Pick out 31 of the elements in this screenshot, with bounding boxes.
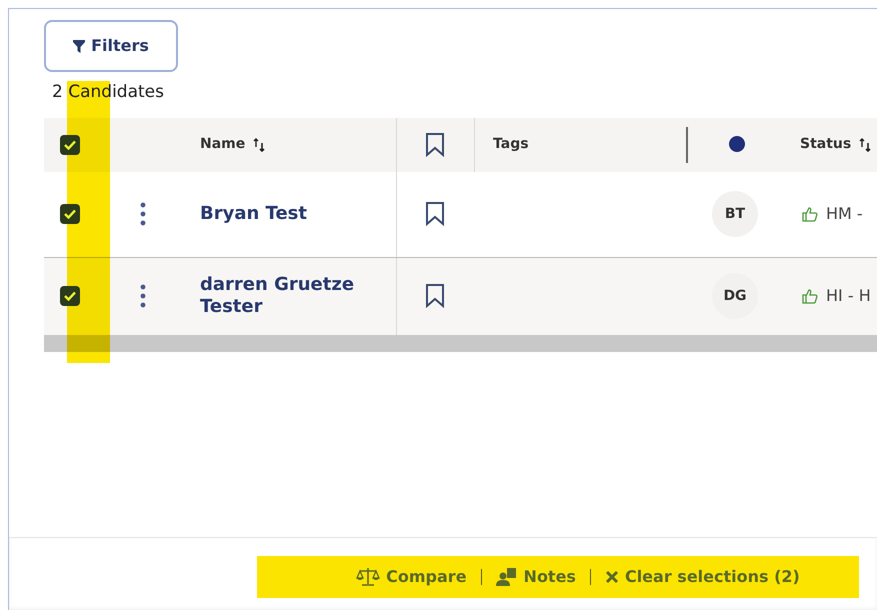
candidate-name-link[interactable]: darren Gruetze Tester <box>200 274 396 318</box>
avatar-initials: BT <box>712 191 758 237</box>
column-header: Tags <box>493 135 529 154</box>
dot-icon <box>728 135 746 154</box>
column-header: Status <box>800 135 852 154</box>
status-text: HM - <box>826 203 863 225</box>
bookmark-icon <box>425 132 445 156</box>
check-icon <box>64 209 76 219</box>
check-icon <box>64 140 76 150</box>
checkbox[interactable] <box>60 134 80 154</box>
checkbox[interactable] <box>60 204 80 224</box>
column-header: Name <box>200 135 246 154</box>
bookmark-icon <box>425 202 445 226</box>
checkbox[interactable] <box>60 286 80 306</box>
candidate-name-link[interactable]: Bryan Test <box>200 202 307 226</box>
compare-button[interactable]: Compare <box>356 565 467 589</box>
people-note-icon <box>496 567 518 587</box>
thumbs-up-icon <box>802 288 818 304</box>
filters-button[interactable]: Filters <box>44 20 178 72</box>
filter-icon <box>73 40 86 52</box>
close-icon <box>604 570 619 584</box>
kebab-menu-icon <box>140 202 146 226</box>
kebab-menu-icon <box>140 284 146 308</box>
check-icon <box>64 291 76 301</box>
avatar-initials: DG <box>712 273 758 319</box>
clear-button[interactable]: Clear selections (2) <box>604 565 800 589</box>
notes-button[interactable]: Notes <box>496 565 576 589</box>
status-text: HI - H <box>826 285 871 307</box>
thumbs-up-icon <box>802 206 818 222</box>
bookmark-icon <box>425 284 445 308</box>
scales-icon <box>356 567 380 587</box>
